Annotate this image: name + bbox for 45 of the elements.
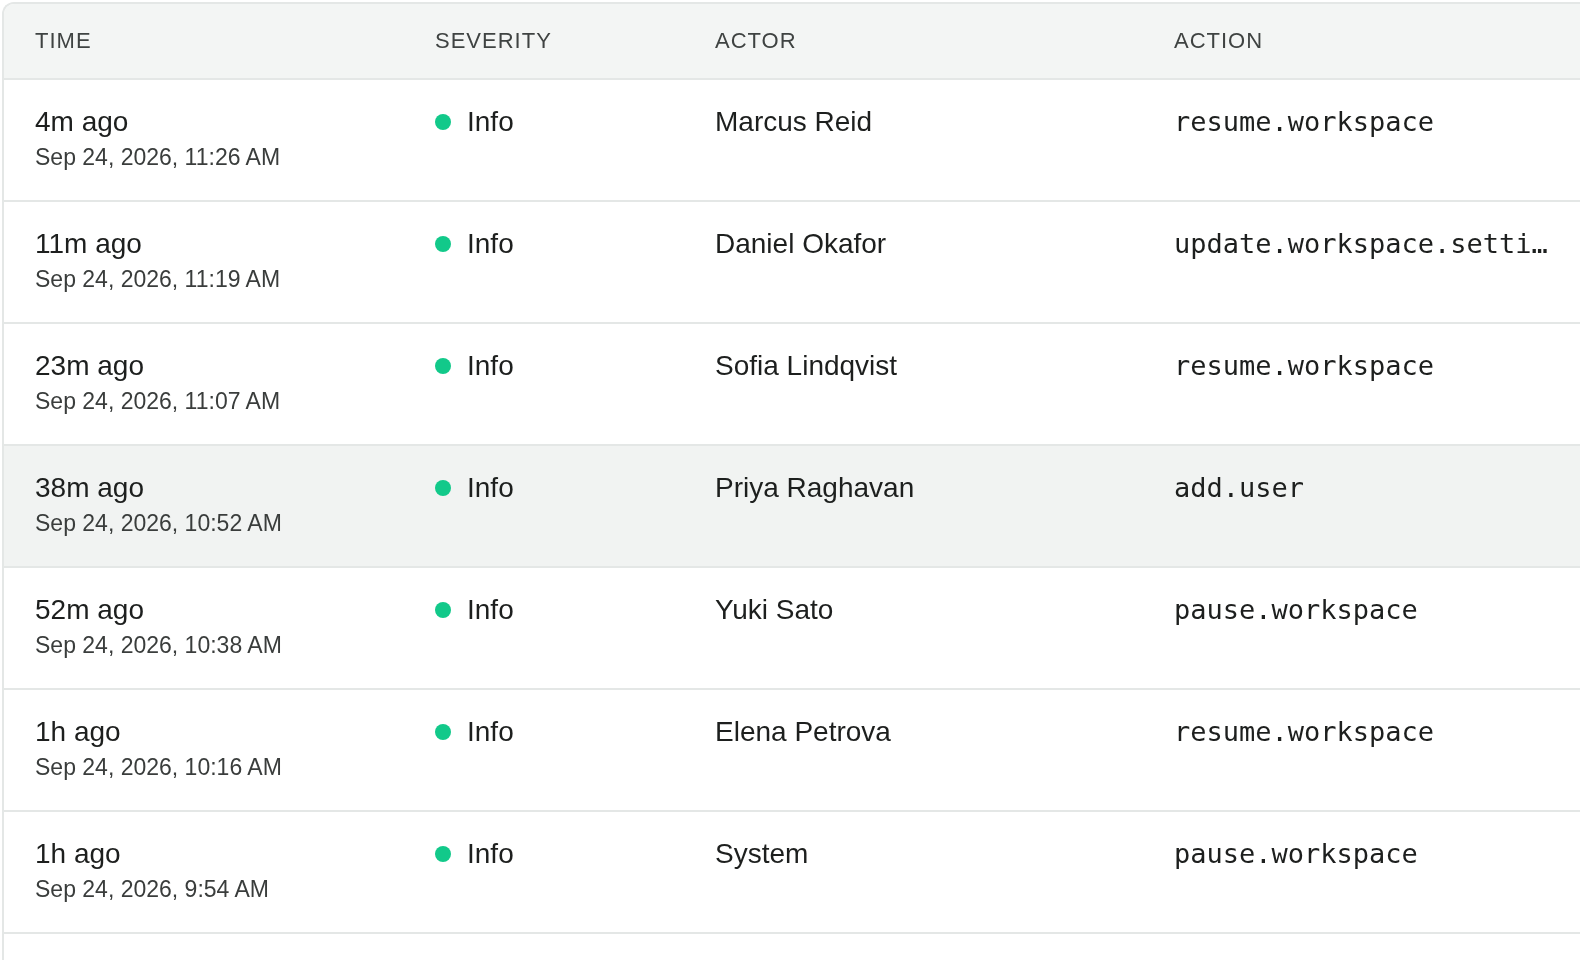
timestamp: Sep 24, 2026, 11:07 AM (35, 388, 281, 415)
timestamp: Sep 24, 2026, 9:54 AM (35, 876, 269, 903)
action-code: add.user (1174, 472, 1305, 503)
relative-time: 38m ago (35, 472, 144, 504)
column-header[interactable]: SEVERITY (435, 28, 552, 54)
action-code: pause.workspace (1174, 838, 1418, 869)
timestamp: Sep 24, 2026, 10:38 AM (35, 632, 282, 659)
action-code: resume.workspace (1174, 716, 1435, 747)
actor-name: Yuki Sato (715, 594, 834, 625)
actor-name: System (715, 838, 809, 869)
relative-time: 11m ago (35, 228, 142, 260)
column-header[interactable]: ACTION (1174, 28, 1264, 54)
timestamp: Sep 24, 2026, 10:16 AM (35, 754, 282, 781)
action-code: update.workspace.setti… (1174, 228, 1548, 259)
severity-label: Info (467, 838, 514, 870)
severity-label: Info (467, 350, 514, 382)
actor-name: Priya Raghavan (715, 472, 915, 503)
severity-label: Info (467, 228, 514, 260)
table-row[interactable]: 11m ago Sep 24, 2026, 11:19 AM Info Daniel Okafor update.workspace.setti… (4, 202, 1580, 324)
severity-label: Info (467, 106, 514, 138)
action-code: resume.workspace (1174, 106, 1435, 137)
table-row[interactable]: 1h ago Sep 24, 2026, 9:54 AM Info System pause.workspace (4, 812, 1580, 934)
table-row[interactable]: 38m ago Sep 24, 2026, 10:52 AM Info Priya Raghavan add.user (4, 446, 1580, 568)
actor-name: Daniel Okafor (715, 228, 887, 259)
severity-label: Info (467, 594, 514, 626)
action-code: pause.workspace (1174, 594, 1418, 625)
relative-time: 1h ago (35, 838, 121, 870)
table-row[interactable]: 1h ago Sep 24, 2026, 10:16 AM Info Elena Petrova resume.workspace (4, 690, 1580, 812)
column-header[interactable]: TIME (35, 28, 92, 54)
severity-label: Info (467, 716, 514, 748)
severity-label: Info (467, 472, 514, 504)
timestamp: Sep 24, 2026, 10:52 AM (35, 510, 282, 537)
actor-name: Sofia Lindqvist (715, 350, 898, 381)
timestamp: Sep 24, 2026, 11:19 AM (35, 266, 281, 293)
table-row[interactable]: 4m ago Sep 24, 2026, 11:26 AM Info Marcus Reid resume.workspace (4, 80, 1580, 202)
relative-time: 4m ago (35, 106, 129, 138)
action-code: resume.workspace (1174, 350, 1435, 381)
relative-time: 23m ago (35, 350, 144, 382)
relative-time: 52m ago (35, 594, 144, 626)
relative-time: 1h ago (35, 716, 121, 748)
actor-name: Elena Petrova (715, 716, 891, 747)
actor-name: Marcus Reid (715, 106, 873, 137)
column-header[interactable]: ACTOR (715, 28, 797, 54)
table-row[interactable]: 52m ago Sep 24, 2026, 10:38 AM Info Yuki Sato pause.workspace (4, 568, 1580, 690)
timestamp: Sep 24, 2026, 11:26 AM (35, 144, 281, 171)
